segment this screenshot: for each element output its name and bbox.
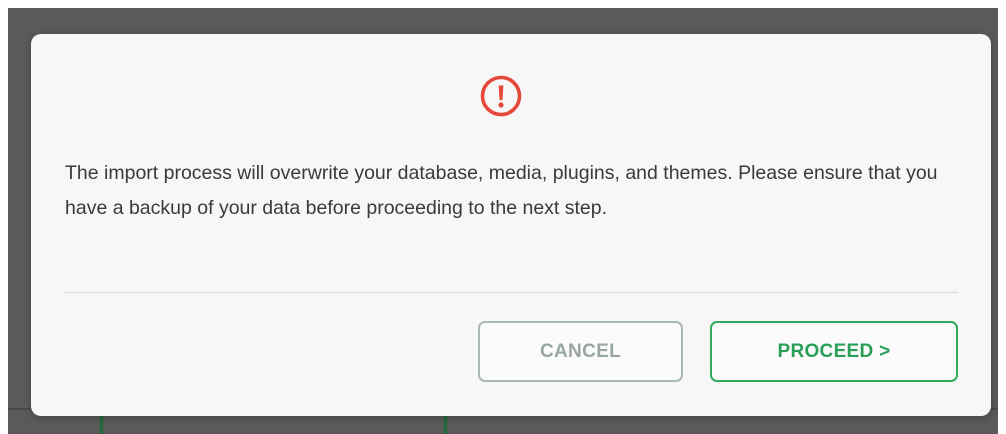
warning-message: The import process will overwrite your d… <box>65 162 938 219</box>
exclamation-circle-icon <box>479 74 523 118</box>
divider <box>65 292 958 293</box>
cancel-button[interactable]: CANCEL <box>478 321 683 382</box>
import-warning-dialog: The import process will overwrite your d… <box>31 34 991 416</box>
proceed-button[interactable]: PROCEED > <box>710 321 958 382</box>
